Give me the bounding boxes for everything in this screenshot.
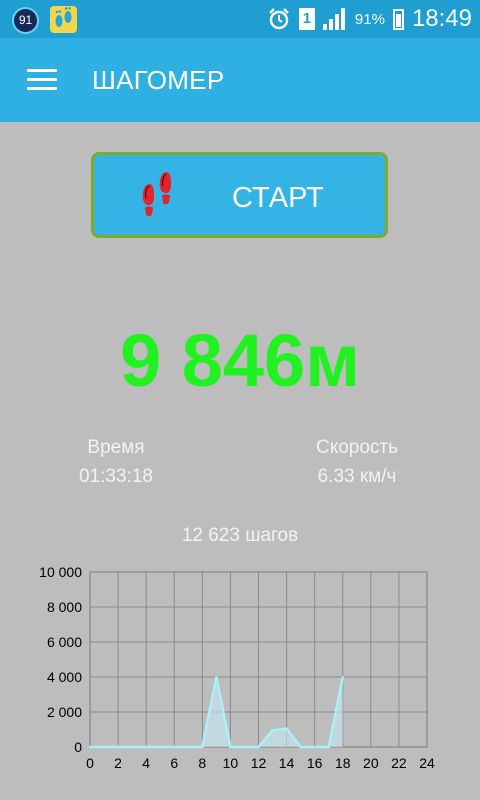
x-tick-label: 22 (391, 755, 407, 771)
x-tick-label: 14 (279, 755, 295, 771)
x-tick-label: 18 (335, 755, 351, 771)
y-tick-label: 4 000 (47, 669, 82, 685)
pedometer-app-icon (50, 6, 77, 33)
data-point (285, 727, 288, 730)
x-tick-label: 2 (114, 755, 122, 771)
data-point (313, 746, 316, 748)
signal-icon (322, 8, 345, 30)
data-point (243, 746, 246, 748)
app-bar: ШАГОМЕР (0, 38, 480, 122)
data-point (299, 746, 302, 748)
time-value: 01:33:18 (79, 466, 153, 487)
sim-icon: 1 (298, 8, 315, 30)
step-count: 12 623 шагов (181, 525, 299, 546)
x-tick-label: 20 (363, 755, 379, 771)
y-tick-label: 10 000 (39, 564, 82, 580)
x-tick-label: 24 (419, 755, 435, 771)
data-point (145, 746, 148, 748)
x-tick-label: 6 (170, 755, 178, 771)
time-label: Время (87, 437, 145, 458)
alarm-icon (269, 8, 289, 30)
speed-label: Скорость (315, 437, 399, 458)
data-point (117, 746, 120, 748)
data-point (215, 676, 218, 678)
data-point (187, 746, 190, 748)
x-tick-label: 0 (86, 755, 94, 771)
x-tick-label: 8 (198, 755, 206, 771)
x-tick-label: 12 (251, 755, 267, 771)
data-point (341, 676, 344, 678)
y-tick-label: 2 000 (47, 704, 82, 720)
data-point (271, 729, 274, 732)
data-point (159, 746, 162, 748)
data-point (327, 746, 330, 748)
start-button-label: СТАРТ (232, 182, 324, 214)
start-button[interactable]: СТАРТ (91, 152, 388, 238)
data-point (89, 746, 91, 748)
steps-chart: 02 0004 0006 0008 00010 0000 2 4 6 8 10 12 14 16… (39, 564, 435, 771)
footprints-icon (142, 172, 171, 217)
y-tick-label: 6 000 (47, 634, 82, 650)
notification-badge-icon: 91 (12, 7, 39, 34)
status-icons: 1 91% 18:49 (267, 0, 472, 38)
data-point (103, 746, 106, 748)
page-title: ШАГОМЕР (92, 65, 225, 95)
battery-percent: 91% (354, 10, 385, 28)
speed-value: 6.33 км/ч (317, 466, 397, 487)
distance-value: 9 846м (120, 319, 360, 402)
x-tick-label: 10 (223, 755, 239, 771)
clock: 18:49 (411, 5, 472, 32)
hamburger-menu-icon[interactable] (27, 69, 57, 91)
data-point (131, 746, 134, 748)
y-tick-label: 8 000 (47, 599, 82, 615)
data-point (201, 746, 204, 748)
y-tick-label: 0 (74, 739, 82, 755)
status-bar: 91 1 91% 18:49 (0, 0, 480, 38)
data-point (257, 746, 260, 748)
x-tick-label: 4 (142, 755, 150, 771)
battery-icon (392, 8, 404, 30)
x-tick-label: 16 (307, 755, 323, 771)
data-point (173, 746, 176, 748)
data-point (229, 746, 232, 748)
